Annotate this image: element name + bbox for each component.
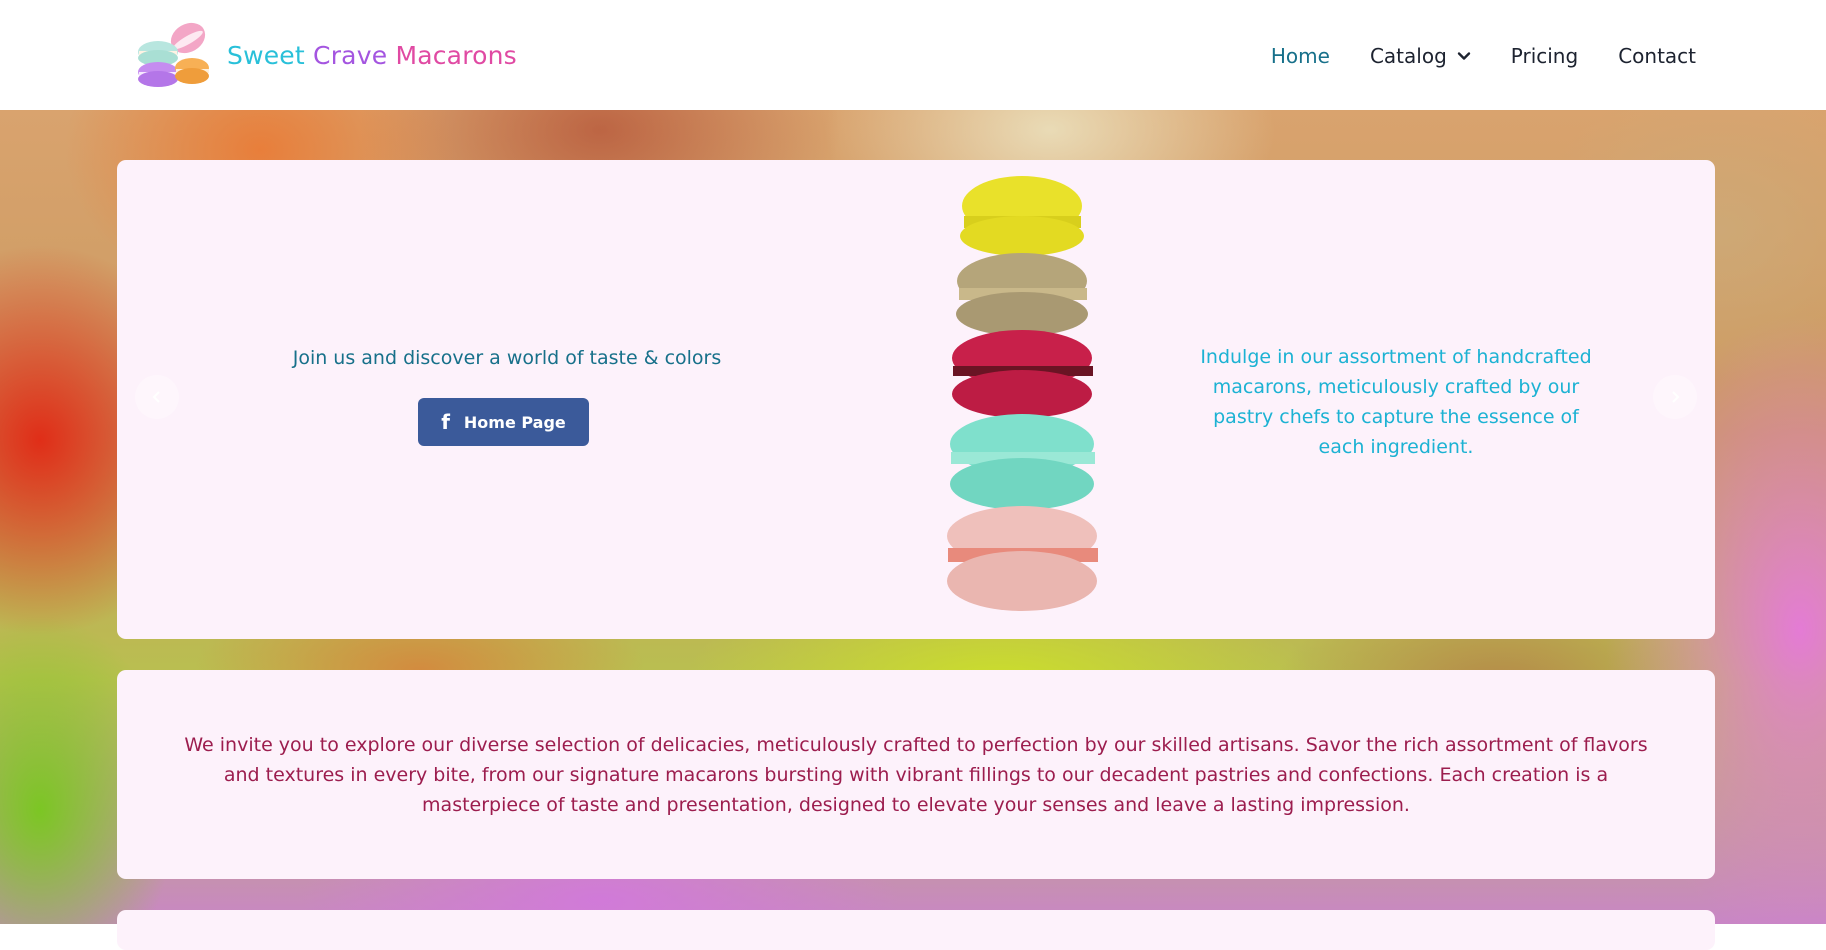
logo-icon[interactable]	[136, 18, 216, 92]
facebook-icon: f	[441, 410, 450, 434]
carousel-prev-button[interactable]	[135, 375, 179, 419]
next-section-card	[117, 910, 1715, 950]
intro-paragraph: We invite you to explore our diverse sel…	[184, 734, 1648, 816]
nav-item-pricing[interactable]: Pricing	[1511, 40, 1578, 72]
hero-description: Indulge in our assortment of handcrafted…	[1200, 346, 1592, 458]
hero-carousel: Join us and discover a world of taste & …	[117, 160, 1715, 639]
nav-item-catalog[interactable]: Catalog	[1370, 40, 1471, 72]
brand-word-macarons: Macarons	[395, 41, 517, 70]
intro-section: We invite you to explore our diverse sel…	[117, 670, 1715, 879]
site-header: Sweet Crave Macarons Home Catalog Pricin…	[0, 0, 1826, 110]
nav-item-home[interactable]: Home	[1271, 40, 1330, 72]
home-page-button-label: Home Page	[463, 412, 566, 432]
home-page-button[interactable]: f Home Page	[418, 398, 589, 446]
macaron-stack-image	[927, 166, 1127, 636]
main-nav: Home Catalog Pricing Contact	[1231, 40, 1696, 72]
brand-word-sweet: Sweet	[227, 41, 305, 70]
nav-item-catalog-label: Catalog	[1369, 44, 1447, 68]
brand-name[interactable]: Sweet Crave Macarons	[227, 40, 517, 72]
hero-tagline: Join us and discover a world of taste & …	[292, 347, 722, 369]
chevron-left-icon	[152, 391, 160, 403]
nav-item-contact[interactable]: Contact	[1618, 40, 1696, 72]
chevron-right-icon	[1672, 391, 1680, 403]
carousel-next-button[interactable]	[1653, 375, 1697, 419]
chevron-down-icon	[1457, 52, 1470, 60]
brand-word-crave: Crave	[313, 41, 388, 70]
